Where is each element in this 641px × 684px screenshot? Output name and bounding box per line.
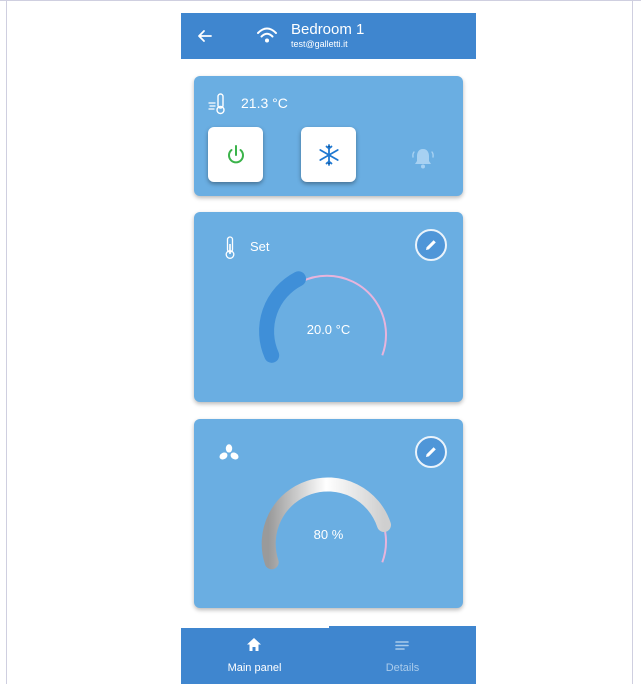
gauge-fill bbox=[259, 271, 306, 363]
tab-main-panel-label: Main panel bbox=[227, 662, 282, 674]
gauge-fill bbox=[261, 477, 391, 570]
window-frame-top bbox=[0, 0, 641, 1]
tab-details-label: Details bbox=[385, 662, 420, 674]
setpoint-value: 20.0 °C bbox=[306, 322, 351, 337]
back-button[interactable] bbox=[195, 26, 215, 46]
snowflake-icon bbox=[318, 143, 339, 166]
tab-details[interactable]: Details bbox=[329, 626, 476, 684]
fan-card: 80 % bbox=[194, 419, 463, 608]
app-screen: Bedroom 1 test@galletti.it 21.3 °C Set 2… bbox=[181, 13, 476, 684]
edit-setpoint-button[interactable] bbox=[415, 229, 447, 261]
app-header: Bedroom 1 test@galletti.it bbox=[181, 13, 476, 59]
status-card: 21.3 °C bbox=[194, 76, 463, 196]
list-icon bbox=[395, 641, 409, 650]
tab-main-panel[interactable]: Main panel bbox=[181, 626, 328, 684]
fan-speed-value: 80 % bbox=[313, 527, 344, 542]
setpoint-label: Set bbox=[250, 239, 270, 254]
bell-icon bbox=[409, 144, 437, 172]
wifi-icon bbox=[256, 25, 278, 45]
user-email: test@galletti.it bbox=[291, 39, 348, 49]
bottom-navigation: Main panel Details bbox=[181, 626, 476, 684]
room-title: Bedroom 1 bbox=[291, 21, 365, 38]
thermometer-icon bbox=[224, 236, 236, 260]
edit-fan-button[interactable] bbox=[415, 436, 447, 468]
window-frame-right bbox=[632, 0, 633, 684]
thermometer-wind-icon bbox=[208, 92, 228, 116]
arrow-left-icon bbox=[198, 30, 212, 42]
power-button[interactable] bbox=[208, 127, 263, 182]
power-icon bbox=[227, 144, 244, 163]
pencil-icon bbox=[426, 240, 436, 250]
window-frame-left bbox=[6, 0, 7, 684]
pencil-icon bbox=[426, 447, 436, 457]
fan-icon bbox=[218, 443, 240, 465]
home-icon bbox=[247, 638, 261, 651]
setpoint-card: Set 20.0 °C bbox=[194, 212, 463, 402]
cooling-mode-button[interactable] bbox=[301, 127, 356, 182]
room-temperature: 21.3 °C bbox=[241, 95, 288, 111]
